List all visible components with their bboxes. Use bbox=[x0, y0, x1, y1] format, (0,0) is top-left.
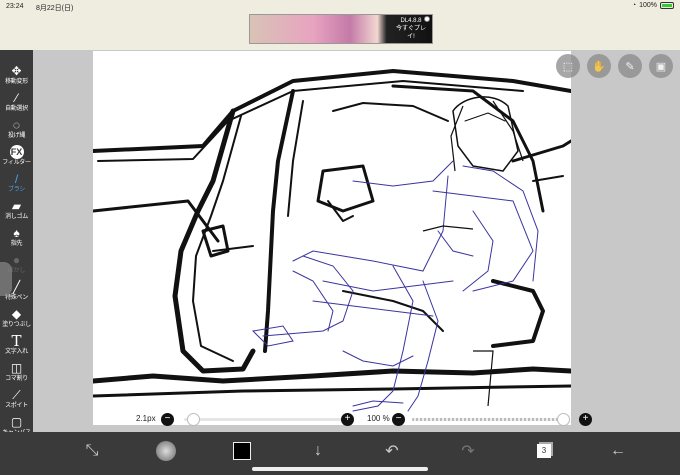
ad-banner[interactable]: DL4.8.8 今すぐプレイ! bbox=[249, 14, 433, 44]
magic-wand-icon: ⁄ bbox=[15, 91, 18, 105]
size-increase-button[interactable]: + bbox=[341, 413, 354, 426]
status-bar: 23:24 8月22日(日) ◔ 100% bbox=[0, 0, 680, 14]
sketch-drawing bbox=[93, 69, 571, 412]
drawer-handle[interactable] bbox=[0, 262, 12, 296]
tool-label: 自動選択 bbox=[5, 106, 28, 112]
pen-icon[interactable]: ✎ bbox=[618, 54, 642, 78]
smudge-icon: ♠ bbox=[13, 226, 20, 240]
opacity-decrease-button[interactable]: − bbox=[392, 413, 405, 426]
brush-preset-icon[interactable] bbox=[154, 439, 178, 463]
size-slider-track[interactable] bbox=[184, 418, 342, 421]
wifi-icon: ◔ bbox=[631, 2, 637, 9]
tool-label: ブラシ bbox=[8, 187, 25, 193]
frame-icon: ◫ bbox=[10, 361, 23, 375]
opacity-slider-track[interactable] bbox=[412, 418, 570, 421]
image-icon[interactable]: ▣ bbox=[649, 54, 673, 78]
home-indicator bbox=[252, 467, 428, 471]
ad-info-icon[interactable] bbox=[424, 16, 430, 22]
eyedropper-icon: ⟋ bbox=[12, 388, 21, 402]
size-decrease-button[interactable]: − bbox=[161, 413, 174, 426]
battery-percent: 100% bbox=[639, 2, 657, 9]
tool-brush[interactable]: / ブラシ bbox=[0, 172, 33, 198]
lasso-icon: ◌ bbox=[12, 118, 21, 132]
canvas-top-buttons: ⬚ ✋ ✎ ▣ bbox=[556, 54, 673, 78]
download-icon[interactable]: ↓ bbox=[306, 439, 330, 463]
move-icon: ✥ bbox=[11, 64, 22, 78]
tool-smudge[interactable]: ♠ 指先 bbox=[0, 226, 33, 252]
redo-icon[interactable]: ↷ bbox=[456, 439, 480, 463]
tool-move[interactable]: ✥ 移動変形 bbox=[0, 64, 33, 90]
tool-label: 投げ縄 bbox=[7, 133, 26, 139]
status-time: 23:24 bbox=[6, 3, 24, 10]
status-right: ◔ 100% bbox=[632, 2, 674, 9]
undo-icon[interactable]: ↶ bbox=[380, 439, 404, 463]
opacity-slider-knob[interactable] bbox=[557, 413, 570, 426]
blur-icon: ● bbox=[12, 253, 21, 267]
brush-slider-row: 2.1px − + 100 % − + bbox=[0, 411, 680, 427]
tool-label: 移動変形 bbox=[5, 79, 28, 85]
layers-button[interactable]: 3 bbox=[532, 439, 556, 463]
bucket-icon: ◆ bbox=[11, 307, 22, 321]
left-toolbar: ✥ 移動変形 ⁄ 自動選択 ◌ 投げ縄 FX フィルター / ブラシ ▰ 消しゴ… bbox=[0, 50, 33, 437]
text-icon: T bbox=[11, 332, 22, 350]
eraser-icon: ▰ bbox=[11, 199, 22, 213]
tool-label: 文字入れ bbox=[5, 349, 28, 355]
layer-count: 3 bbox=[537, 444, 551, 458]
battery-icon bbox=[660, 2, 674, 9]
tool-label: コマ割り bbox=[5, 376, 28, 382]
opacity-increase-button[interactable]: + bbox=[579, 413, 592, 426]
tool-label: 塗りつぶし bbox=[2, 322, 31, 328]
tool-label: フィルター bbox=[2, 160, 31, 166]
tool-filter[interactable]: FX フィルター bbox=[0, 145, 33, 171]
hand-icon[interactable]: ✋ bbox=[587, 54, 611, 78]
brush-icon: / bbox=[14, 172, 19, 186]
tool-label: 指先 bbox=[10, 241, 23, 247]
opacity-label: 100 % bbox=[367, 414, 390, 423]
tool-magic[interactable]: ⁄ 自動選択 bbox=[0, 91, 33, 117]
tool-text[interactable]: T 文字入れ bbox=[0, 334, 33, 360]
ad-line2: 今すぐプレイ! bbox=[395, 26, 426, 40]
color-swatch bbox=[233, 442, 251, 460]
status-date: 8月22日(日) bbox=[36, 5, 74, 12]
drawing-canvas[interactable] bbox=[93, 51, 571, 425]
tool-fill[interactable]: ◆ 塗りつぶし bbox=[0, 307, 33, 333]
fx-icon: FX bbox=[9, 145, 24, 159]
tool-label: 特殊ペン bbox=[5, 295, 28, 301]
tool-eraser[interactable]: ▰ 消しゴム bbox=[0, 199, 33, 225]
ad-area: DL4.8.8 今すぐプレイ! bbox=[0, 14, 680, 50]
tool-frame[interactable]: ◫ コマ割り bbox=[0, 361, 33, 387]
back-arrow-icon[interactable]: ← bbox=[606, 439, 630, 463]
tool-label: スポイト bbox=[5, 403, 28, 409]
tool-label: 消しゴム bbox=[5, 214, 28, 220]
selection-icon[interactable]: ⬚ bbox=[556, 54, 580, 78]
tool-lasso[interactable]: ◌ 投げ縄 bbox=[0, 118, 33, 144]
size-slider-knob[interactable] bbox=[186, 413, 200, 426]
transform-icon[interactable]: ⤡ bbox=[80, 439, 104, 463]
color-swatch-button[interactable] bbox=[230, 439, 254, 463]
brush-size-label: 2.1px bbox=[136, 414, 156, 423]
brush-preview bbox=[156, 441, 176, 461]
